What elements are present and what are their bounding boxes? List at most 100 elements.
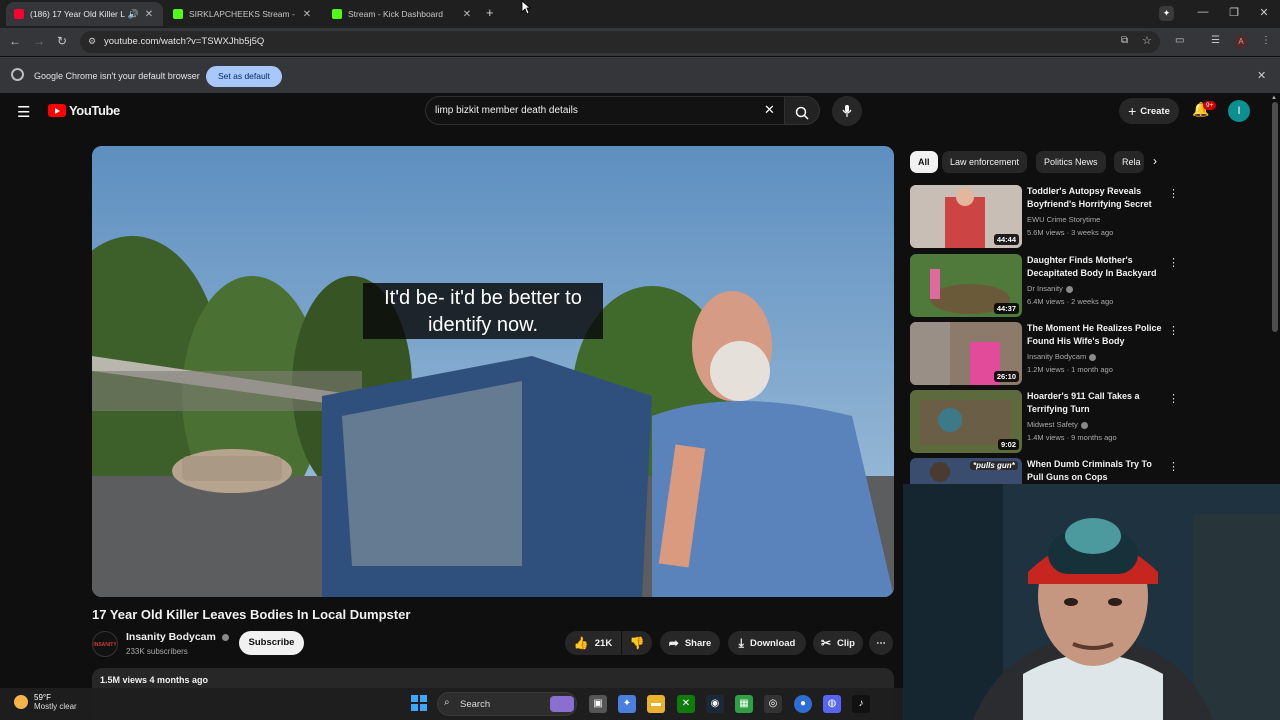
spreadsheet-app-icon[interactable]: ▦ [735, 695, 753, 713]
youtube-play-icon [48, 104, 66, 117]
dislike-button[interactable]: 👎 [622, 631, 652, 655]
chip-law-enforcement[interactable]: Law enforcement [942, 151, 1028, 173]
recommendation-channel: Dr Insanity [1027, 284, 1073, 293]
more-vertical-icon[interactable]: ⋮ [1168, 187, 1179, 200]
address-bar[interactable]: ⚙ youtube.com/watch?v=TSWXJhb5j5Q ⧉ ☆ [80, 31, 1160, 53]
voice-search-button[interactable] [832, 96, 862, 126]
scroll-up-icon[interactable]: ▲ [1271, 95, 1277, 101]
file-explorer-icon[interactable]: ▬ [647, 695, 665, 713]
verified-check-icon [1080, 421, 1088, 429]
taskbar-search[interactable]: ⌕ Search [437, 692, 577, 716]
verified-check-icon [221, 633, 229, 641]
obs-icon[interactable]: ◎ [764, 695, 782, 713]
channel-text: Insanity Bodycam [1027, 352, 1087, 361]
chevron-right-icon[interactable]: › [1153, 154, 1157, 168]
close-tab-icon[interactable]: ✕ [301, 9, 313, 20]
speaker-icon[interactable]: 🔊 [128, 9, 139, 20]
minimize-icon[interactable]: — [1191, 6, 1215, 18]
thumbs-up-icon: 👍 [573, 636, 589, 650]
video-caption: It'd be- it'd be better to identify now. [363, 283, 603, 339]
duration-badge: 44:44 [993, 234, 1019, 245]
recommendation-item[interactable]: 9:02 Hoarder's 911 Call Takes a Terrifyi… [910, 390, 1180, 454]
video-thumbnail[interactable]: 26:10 [910, 322, 1022, 385]
duration-badge: 9:02 [997, 439, 1019, 450]
recommendation-item[interactable]: 26:10 The Moment He Realizes Police Foun… [910, 322, 1180, 386]
tab-kick-dashboard[interactable]: Stream - Kick Dashboard ✕ [324, 2, 481, 26]
page-scrollbar-thumb[interactable] [1272, 102, 1278, 332]
close-tab-icon[interactable]: ✕ [461, 9, 473, 20]
search-icon: ⌕ [444, 697, 450, 708]
subscribe-button[interactable]: Subscribe [239, 631, 304, 655]
youtube-logo[interactable]: YouTube [48, 103, 120, 118]
set-default-button[interactable]: Set as default [206, 66, 282, 87]
tab-kick-stream[interactable]: SIRKLAPCHEEKS Stream - Watch ✕ [165, 2, 321, 26]
side-panel-icon[interactable]: ▭ [1175, 35, 1184, 46]
clip-button[interactable]: ✂ Clip [813, 631, 863, 655]
steam-icon[interactable]: ◉ [706, 695, 724, 713]
chip-politics-news[interactable]: Politics News [1036, 151, 1106, 173]
video-frame [92, 146, 894, 597]
channel-avatar[interactable]: INSANITY BODYCAM [92, 631, 118, 657]
clip-label: Clip [837, 637, 855, 649]
profile-avatar[interactable]: A [1234, 35, 1248, 49]
hamburger-menu-icon[interactable]: ☰ [17, 103, 30, 121]
new-tab-button[interactable]: + [486, 5, 494, 20]
reading-list-icon[interactable]: ☰ [1211, 35, 1220, 46]
restore-icon[interactable]: ❐ [1222, 6, 1246, 19]
close-tab-icon[interactable]: ✕ [143, 9, 155, 20]
like-button[interactable]: 👍 21K [565, 631, 621, 655]
video-player[interactable] [92, 146, 894, 597]
more-vertical-icon[interactable]: ⋮ [1168, 460, 1179, 473]
reload-icon[interactable]: ↻ [54, 34, 70, 48]
back-arrow-icon[interactable]: ← [7, 34, 23, 48]
more-actions-button[interactable]: ⋯ [869, 631, 893, 655]
more-vertical-icon[interactable]: ⋮ [1168, 256, 1179, 269]
like-count: 21K [594, 637, 613, 649]
download-button[interactable]: ⤓ Download [728, 631, 806, 655]
recommendation-item[interactable]: *pulls gun* When Dumb Criminals Try To P… [910, 458, 1180, 484]
recommendation-item[interactable]: 44:37 Daughter Finds Mother's Decapitate… [910, 254, 1180, 318]
recommendation-item[interactable]: 44:44 Toddler's Autopsy Reveals Boyfrien… [910, 185, 1180, 249]
forward-arrow-icon[interactable]: → [31, 34, 47, 48]
chrome-taskbar-icon[interactable]: ● [794, 695, 812, 713]
account-avatar[interactable]: I [1228, 100, 1250, 122]
recommendation-title: Hoarder's 911 Call Takes a Terrifying Tu… [1027, 391, 1140, 414]
tiktok-icon[interactable]: ♪ [852, 695, 870, 713]
cast-icon[interactable]: ⧉ [1121, 35, 1128, 46]
chip-all[interactable]: All [910, 151, 938, 173]
tab-youtube[interactable]: (186) 17 Year Old Killer Lea... 🔊 ✕ [6, 2, 163, 26]
recommendation-channel: Midwest Safety [1027, 420, 1088, 429]
video-thumbnail[interactable]: 44:44 [910, 185, 1022, 248]
close-infobar-icon[interactable]: ✕ [1257, 69, 1266, 82]
video-thumbnail[interactable]: 9:02 [910, 390, 1022, 453]
search-input[interactable]: limp bizkit member death details ✕ [425, 96, 785, 125]
recommendation-title: Toddler's Autopsy Reveals Boyfriend's Ho… [1027, 186, 1152, 209]
more-vertical-icon[interactable]: ⋮ [1168, 392, 1179, 405]
browser-tab-strip: (186) 17 Year Old Killer Lea... 🔊 ✕ SIRK… [0, 0, 1280, 28]
chip-related[interactable]: Rela [1114, 151, 1144, 173]
more-vertical-icon[interactable]: ⋮ [1168, 324, 1179, 337]
bookmark-star-icon[interactable]: ☆ [1142, 34, 1152, 47]
copilot-icon[interactable]: ✦ [618, 695, 636, 713]
video-thumbnail[interactable]: 44:37 [910, 254, 1022, 317]
chrome-menu-icon[interactable]: ⋮ [1261, 35, 1271, 46]
close-window-icon[interactable]: ✕ [1252, 6, 1276, 19]
search-button[interactable] [784, 96, 820, 125]
clear-search-icon[interactable]: ✕ [764, 102, 775, 118]
channel-name[interactable]: Insanity Bodycam [126, 631, 229, 643]
site-info-icon[interactable]: ⚙ [88, 36, 96, 47]
task-view-icon[interactable]: ▣ [589, 695, 607, 713]
duration-badge: 26:10 [993, 371, 1019, 382]
windows-start-icon[interactable] [410, 695, 428, 713]
discord-icon[interactable]: ◍ [823, 695, 841, 713]
infobar-message: Google Chrome isn't your default browser [34, 71, 200, 81]
weather-widget[interactable]: 59°F Mostly clear [14, 693, 77, 711]
xbox-icon[interactable]: ✕ [677, 695, 695, 713]
create-button[interactable]: + Create [1119, 98, 1179, 124]
browser-toolbar: ← → ↻ ⚙ youtube.com/watch?v=TSWXJhb5j5Q … [0, 28, 1280, 56]
search-query-text: limp bizkit member death details [435, 105, 578, 116]
video-thumbnail[interactable]: *pulls gun* [910, 458, 1022, 484]
weather-condition: Mostly clear [34, 702, 77, 711]
gemini-sparkle-icon[interactable]: ✦ [1159, 6, 1174, 21]
share-button[interactable]: ➦ Share [660, 631, 720, 655]
